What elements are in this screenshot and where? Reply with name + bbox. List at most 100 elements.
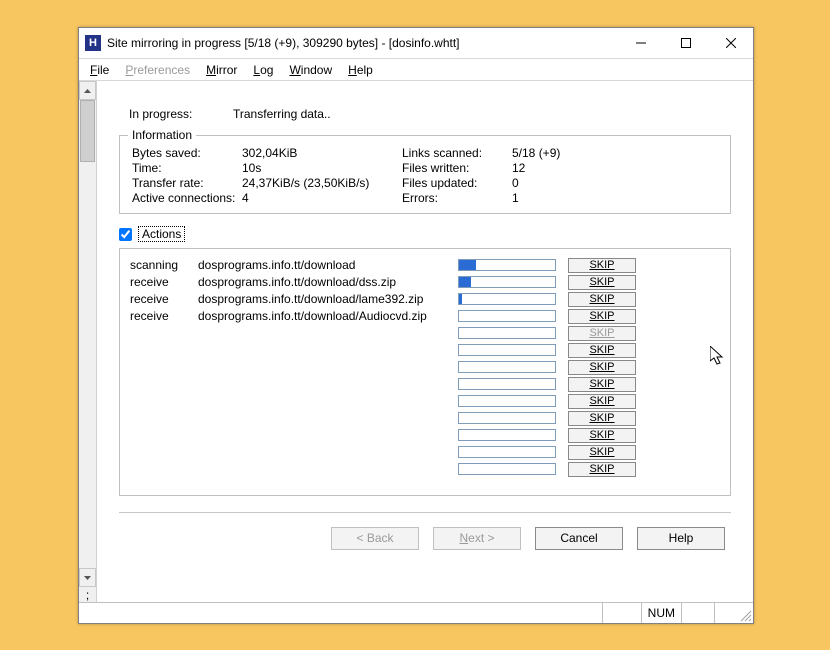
action-type: receive [130,275,198,289]
status-num: NUM [641,603,681,623]
menubar: File Preferences Mirror Log Window Help [79,59,753,81]
label-transfer-rate: Transfer rate: [132,176,242,190]
scroll-down-button[interactable] [79,568,96,587]
skip-button[interactable]: SKIP [568,309,636,324]
menu-file[interactable]: File [83,62,116,78]
wizard-buttons: < Back Next > Cancel Help [119,527,731,550]
statusbar: NUM [79,602,753,623]
menu-window[interactable]: Window [282,62,339,78]
cancel-button[interactable]: Cancel [535,527,623,550]
progress-bar [458,463,556,475]
value-active-connections: 4 [242,191,402,205]
app-icon: H [85,35,101,51]
action-row: receivedosprograms.info.tt/download/dss.… [130,274,720,290]
help-button[interactable]: Help [637,527,725,550]
action-row: receivedosprograms.info.tt/download/lame… [130,291,720,307]
content-pane: In progress: Transferring data.. Informa… [97,81,753,602]
close-button[interactable] [708,28,753,58]
actions-checkbox[interactable] [119,228,132,241]
action-url: dosprograms.info.tt/download/lame392.zip [198,292,458,306]
action-row: SKIP [130,359,720,375]
action-row: SKIP [130,342,720,358]
titlebar: H Site mirroring in progress [5/18 (+9),… [79,28,753,59]
scroll-thumb[interactable] [80,100,95,162]
label-time: Time: [132,161,242,175]
skip-button[interactable]: SKIP [568,377,636,392]
progress-bar [458,327,556,339]
progress-bar [458,446,556,458]
actions-groupbox: scanningdosprograms.info.tt/downloadSKIP… [119,248,731,496]
status-cell-3 [681,603,714,623]
action-row: SKIP [130,444,720,460]
action-row: SKIP [130,325,720,341]
action-row: SKIP [130,393,720,409]
skip-button[interactable]: SKIP [568,445,636,460]
progress-fill [459,277,471,287]
skip-button[interactable]: SKIP [568,258,636,273]
maximize-icon [681,38,691,48]
chevron-up-icon [84,89,91,93]
action-url: dosprograms.info.tt/download/Audiocvd.zi… [198,309,458,323]
value-files-updated: 0 [512,176,602,190]
skip-button[interactable]: SKIP [568,462,636,477]
maximize-button[interactable] [663,28,708,58]
skip-button[interactable]: SKIP [568,275,636,290]
label-bytes-saved: Bytes saved: [132,146,242,160]
minimize-icon [636,38,646,48]
information-grid: Bytes saved: 302,04KiB Links scanned: 5/… [132,146,718,205]
progress-bar [458,293,556,305]
value-bytes-saved: 302,04KiB [242,146,402,160]
menu-preferences: Preferences [118,62,197,78]
menu-mirror[interactable]: Mirror [199,62,244,78]
skip-button[interactable]: SKIP [568,360,636,375]
skip-button[interactable]: SKIP [568,428,636,443]
scroll-up-button[interactable] [79,81,96,100]
action-row: SKIP [130,427,720,443]
value-errors: 1 [512,191,602,205]
action-url: dosprograms.info.tt/download/dss.zip [198,275,458,289]
progress-bar [458,429,556,441]
action-row: SKIP [130,376,720,392]
action-type: receive [130,292,198,306]
action-row: scanningdosprograms.info.tt/downloadSKIP [130,257,720,273]
label-errors: Errors: [402,191,512,205]
action-type: receive [130,309,198,323]
action-row: receivedosprograms.info.tt/download/Audi… [130,308,720,324]
vertical-scrollbar[interactable]: ; [79,81,97,602]
actions-label[interactable]: Actions [138,226,185,242]
skip-button: SKIP [568,326,636,341]
information-groupbox: Information Bytes saved: 302,04KiB Links… [119,135,731,214]
close-icon [726,38,736,48]
menu-help[interactable]: Help [341,62,380,78]
window-buttons [618,28,753,58]
action-row: SKIP [130,461,720,477]
skip-button[interactable]: SKIP [568,343,636,358]
progress-bar [458,361,556,373]
label-files-written: Files written: [402,161,512,175]
value-transfer-rate: 24,37KiB/s (23,50KiB/s) [242,176,402,190]
progress-fill [459,260,476,270]
menu-log[interactable]: Log [246,62,280,78]
client-area: ; In progress: Transferring data.. Infor… [79,81,753,602]
progress-bar [458,395,556,407]
label-files-updated: Files updated: [402,176,512,190]
next-button: Next > [433,527,521,550]
progress-bar [458,276,556,288]
skip-button[interactable]: SKIP [568,394,636,409]
minimize-button[interactable] [618,28,663,58]
value-time: 10s [242,161,402,175]
status-cell-1 [602,603,641,623]
progress-row: In progress: Transferring data.. [129,107,731,121]
skip-button[interactable]: SKIP [568,292,636,307]
skip-button[interactable]: SKIP [568,411,636,426]
progress-fill [459,294,462,304]
label-active-connections: Active connections: [132,191,242,205]
action-type: scanning [130,258,198,272]
scroll-track[interactable] [79,100,96,568]
actions-header: Actions [119,226,731,242]
value-files-written: 12 [512,161,602,175]
information-legend: Information [128,128,196,142]
resize-grip[interactable] [714,603,753,623]
progress-bar [458,412,556,424]
label-links-scanned: Links scanned: [402,146,512,160]
